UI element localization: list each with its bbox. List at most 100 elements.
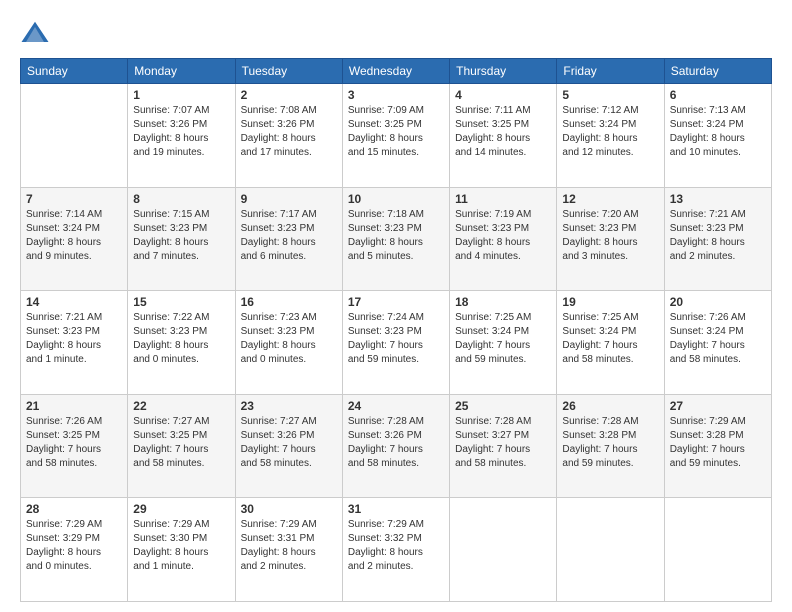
day-info: Sunrise: 7:28 AM Sunset: 3:27 PM Dayligh… (455, 415, 551, 471)
day-number: 12 (562, 192, 658, 206)
day-info: Sunrise: 7:19 AM Sunset: 3:23 PM Dayligh… (455, 208, 551, 264)
day-info: Sunrise: 7:26 AM Sunset: 3:24 PM Dayligh… (670, 311, 766, 367)
day-info: Sunrise: 7:23 AM Sunset: 3:23 PM Dayligh… (241, 311, 337, 367)
calendar-header-tuesday: Tuesday (235, 59, 342, 84)
calendar-cell: 2 Sunrise: 7:08 AM Sunset: 3:26 PM Daylig… (235, 84, 342, 188)
day-info: Sunrise: 7:29 AM Sunset: 3:32 PM Dayligh… (348, 518, 444, 574)
calendar-cell: 18 Sunrise: 7:25 AM Sunset: 3:24 PM Dayli… (450, 291, 557, 395)
day-info: Sunrise: 7:29 AM Sunset: 3:30 PM Dayligh… (133, 518, 229, 574)
day-number: 25 (455, 399, 551, 413)
day-info: Sunrise: 7:28 AM Sunset: 3:26 PM Dayligh… (348, 415, 444, 471)
calendar-cell: 17Sunrise: 7:24 AM Sunset: 3:23 PM Dayli… (342, 291, 449, 395)
calendar-cell: 19 Sunrise: 7:25 AM Sunset: 3:24 PM Dayli… (557, 291, 664, 395)
day-number: 31 (348, 502, 444, 516)
calendar-cell: 21 Sunrise: 7:26 AM Sunset: 3:25 PM Dayli… (21, 394, 128, 498)
calendar-cell: 14 Sunrise: 7:21 AM Sunset: 3:23 PM Dayli… (21, 291, 128, 395)
day-number: 11 (455, 192, 551, 206)
day-number: 2 (241, 88, 337, 102)
calendar-header-saturday: Saturday (664, 59, 771, 84)
calendar-header-thursday: Thursday (450, 59, 557, 84)
day-number: 21 (26, 399, 122, 413)
day-number: 19 (562, 295, 658, 309)
day-number: 27 (670, 399, 766, 413)
day-info: Sunrise: 7:08 AM Sunset: 3:26 PM Dayligh… (241, 104, 337, 160)
day-number: 7 (26, 192, 122, 206)
day-number: 20 (670, 295, 766, 309)
day-info: Sunrise: 7:29 AM Sunset: 3:31 PM Dayligh… (241, 518, 337, 574)
day-number: 18 (455, 295, 551, 309)
calendar-week-3: 21 Sunrise: 7:26 AM Sunset: 3:25 PM Dayli… (21, 394, 772, 498)
day-number: 1 (133, 88, 229, 102)
calendar-cell: 4 Sunrise: 7:11 AM Sunset: 3:25 PM Daylig… (450, 84, 557, 188)
calendar-cell: 22 Sunrise: 7:27 AM Sunset: 3:25 PM Dayli… (128, 394, 235, 498)
day-info: Sunrise: 7:12 AM Sunset: 3:24 PM Dayligh… (562, 104, 658, 160)
day-number: 13 (670, 192, 766, 206)
day-number: 28 (26, 502, 122, 516)
calendar-cell: 27 Sunrise: 7:29 AM Sunset: 3:28 PM Dayli… (664, 394, 771, 498)
calendar-cell: 30 Sunrise: 7:29 AM Sunset: 3:31 PM Dayli… (235, 498, 342, 602)
day-info: Sunrise: 7:17 AM Sunset: 3:23 PM Dayligh… (241, 208, 337, 264)
calendar-cell (557, 498, 664, 602)
day-info: Sunrise: 7:27 AM Sunset: 3:26 PM Dayligh… (241, 415, 337, 471)
logo-icon (20, 18, 50, 48)
calendar-cell: 1Sunrise: 7:07 AM Sunset: 3:26 PM Daylig… (128, 84, 235, 188)
calendar-week-2: 14 Sunrise: 7:21 AM Sunset: 3:23 PM Dayli… (21, 291, 772, 395)
day-number: 5 (562, 88, 658, 102)
calendar-cell (21, 84, 128, 188)
calendar-header-sunday: Sunday (21, 59, 128, 84)
day-info: Sunrise: 7:21 AM Sunset: 3:23 PM Dayligh… (26, 311, 122, 367)
day-info: Sunrise: 7:22 AM Sunset: 3:23 PM Dayligh… (133, 311, 229, 367)
day-info: Sunrise: 7:21 AM Sunset: 3:23 PM Dayligh… (670, 208, 766, 264)
day-number: 15 (133, 295, 229, 309)
day-info: Sunrise: 7:26 AM Sunset: 3:25 PM Dayligh… (26, 415, 122, 471)
day-number: 10 (348, 192, 444, 206)
day-number: 3 (348, 88, 444, 102)
calendar-cell (450, 498, 557, 602)
calendar-week-4: 28 Sunrise: 7:29 AM Sunset: 3:29 PM Dayli… (21, 498, 772, 602)
day-info: Sunrise: 7:15 AM Sunset: 3:23 PM Dayligh… (133, 208, 229, 264)
day-number: 29 (133, 502, 229, 516)
day-number: 23 (241, 399, 337, 413)
day-number: 24 (348, 399, 444, 413)
day-info: Sunrise: 7:09 AM Sunset: 3:25 PM Dayligh… (348, 104, 444, 160)
calendar-cell: 5 Sunrise: 7:12 AM Sunset: 3:24 PM Daylig… (557, 84, 664, 188)
calendar-cell: 8Sunrise: 7:15 AM Sunset: 3:23 PM Daylig… (128, 187, 235, 291)
calendar-cell: 24 Sunrise: 7:28 AM Sunset: 3:26 PM Dayli… (342, 394, 449, 498)
calendar-header-friday: Friday (557, 59, 664, 84)
day-number: 16 (241, 295, 337, 309)
day-info: Sunrise: 7:28 AM Sunset: 3:28 PM Dayligh… (562, 415, 658, 471)
calendar-week-0: 1Sunrise: 7:07 AM Sunset: 3:26 PM Daylig… (21, 84, 772, 188)
day-info: Sunrise: 7:25 AM Sunset: 3:24 PM Dayligh… (455, 311, 551, 367)
day-number: 30 (241, 502, 337, 516)
day-info: Sunrise: 7:11 AM Sunset: 3:25 PM Dayligh… (455, 104, 551, 160)
calendar-cell: 28 Sunrise: 7:29 AM Sunset: 3:29 PM Dayli… (21, 498, 128, 602)
day-info: Sunrise: 7:20 AM Sunset: 3:23 PM Dayligh… (562, 208, 658, 264)
day-number: 4 (455, 88, 551, 102)
day-number: 17 (348, 295, 444, 309)
day-number: 14 (26, 295, 122, 309)
calendar-header-monday: Monday (128, 59, 235, 84)
calendar-cell: 23 Sunrise: 7:27 AM Sunset: 3:26 PM Dayli… (235, 394, 342, 498)
day-number: 22 (133, 399, 229, 413)
calendar-cell: 13 Sunrise: 7:21 AM Sunset: 3:23 PM Dayli… (664, 187, 771, 291)
calendar-cell (664, 498, 771, 602)
day-info: Sunrise: 7:27 AM Sunset: 3:25 PM Dayligh… (133, 415, 229, 471)
calendar-cell: 25 Sunrise: 7:28 AM Sunset: 3:27 PM Dayli… (450, 394, 557, 498)
calendar-week-1: 7 Sunrise: 7:14 AM Sunset: 3:24 PM Daylig… (21, 187, 772, 291)
day-info: Sunrise: 7:29 AM Sunset: 3:29 PM Dayligh… (26, 518, 122, 574)
calendar-cell: 3 Sunrise: 7:09 AM Sunset: 3:25 PM Daylig… (342, 84, 449, 188)
calendar-cell: 12 Sunrise: 7:20 AM Sunset: 3:23 PM Dayli… (557, 187, 664, 291)
calendar-cell: 7 Sunrise: 7:14 AM Sunset: 3:24 PM Daylig… (21, 187, 128, 291)
day-info: Sunrise: 7:25 AM Sunset: 3:24 PM Dayligh… (562, 311, 658, 367)
day-info: Sunrise: 7:13 AM Sunset: 3:24 PM Dayligh… (670, 104, 766, 160)
calendar-cell: 20 Sunrise: 7:26 AM Sunset: 3:24 PM Dayli… (664, 291, 771, 395)
calendar-cell: 31 Sunrise: 7:29 AM Sunset: 3:32 PM Dayli… (342, 498, 449, 602)
day-info: Sunrise: 7:18 AM Sunset: 3:23 PM Dayligh… (348, 208, 444, 264)
day-info: Sunrise: 7:29 AM Sunset: 3:28 PM Dayligh… (670, 415, 766, 471)
day-number: 9 (241, 192, 337, 206)
calendar-cell: 29 Sunrise: 7:29 AM Sunset: 3:30 PM Dayli… (128, 498, 235, 602)
day-number: 6 (670, 88, 766, 102)
calendar-cell: 16 Sunrise: 7:23 AM Sunset: 3:23 PM Dayli… (235, 291, 342, 395)
day-info: Sunrise: 7:14 AM Sunset: 3:24 PM Dayligh… (26, 208, 122, 264)
calendar-header-row: SundayMondayTuesdayWednesdayThursdayFrid… (21, 59, 772, 84)
